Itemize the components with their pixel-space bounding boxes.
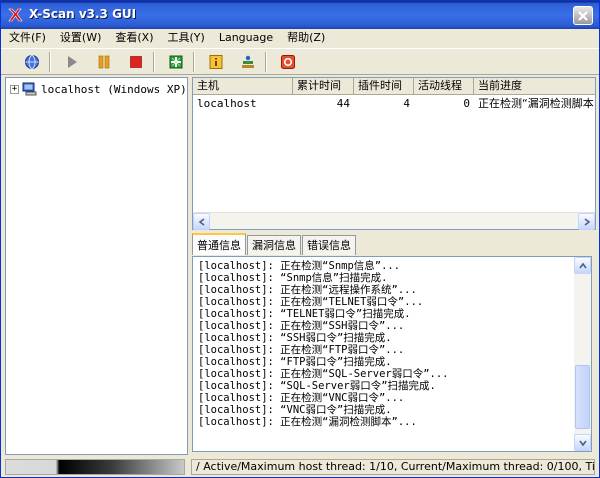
log-line: [localhost]: “TELNET弱口令”扫描完成.	[198, 308, 411, 320]
menu-language[interactable]: Language	[211, 29, 279, 47]
about-button[interactable]	[277, 52, 299, 72]
log-line: [localhost]: “SSH弱口令”扫描完成.	[198, 332, 392, 344]
app-logo-icon	[8, 8, 23, 22]
scroll-up-button[interactable]	[574, 257, 591, 274]
close-button[interactable]	[573, 6, 593, 25]
arrow-left-icon	[198, 217, 204, 226]
arrow-right-icon	[584, 217, 590, 226]
info-button[interactable]	[205, 52, 227, 72]
log-line: [localhost]: 正在检测“FTP弱口令”...	[198, 344, 405, 356]
play-icon	[68, 56, 77, 68]
plugin-button[interactable]	[165, 52, 187, 72]
cell-active-threads: 0	[463, 97, 470, 110]
menu-settings[interactable]: 设置(W)	[52, 29, 107, 47]
menu-bar: 文件(F) 设置(W) 查看(X) 工具(Y) Language 帮助(Z)	[1, 29, 599, 47]
scroll-left-button[interactable]	[193, 213, 210, 230]
horizontal-scrollbar[interactable]	[193, 212, 595, 230]
about-icon	[281, 55, 295, 69]
info-icon	[209, 55, 223, 69]
log-line: [localhost]: 正在检测“Snmp信息”...	[198, 260, 401, 272]
window-title: X-Scan v3.3 GUI	[29, 7, 137, 21]
connect-button[interactable]	[21, 52, 43, 72]
cell-progress: 正在检测“漏洞检测脚本	[478, 97, 594, 110]
tab-error-info[interactable]: 错误信息	[302, 235, 356, 255]
log-line: [localhost]: “SQL-Server弱口令”扫描完成.	[198, 380, 436, 392]
scrollbar-thumb[interactable]	[575, 365, 590, 429]
tools-icon	[242, 55, 254, 68]
scroll-down-button[interactable]	[574, 434, 591, 451]
column-header-plugin-time[interactable]: 插件时间	[354, 78, 414, 95]
status-bar: / Active/Maximum host thread: 1/10, Curr…	[1, 456, 599, 477]
log-line: [localhost]: 正在检测“VNC弱口令”...	[198, 392, 405, 404]
tree-node-label: localhost (Windows XP)	[41, 82, 187, 96]
host-tree[interactable]: + localhost (Windows XP)	[5, 77, 188, 455]
expand-toggle[interactable]: +	[10, 84, 19, 94]
stop-icon	[130, 56, 142, 68]
log-line: [localhost]: 正在检测“远程操作系统”...	[198, 284, 417, 296]
stop-button[interactable]	[125, 52, 147, 72]
column-header-active-threads[interactable]: 活动线程	[414, 78, 474, 95]
start-button[interactable]	[61, 52, 83, 72]
log-output[interactable]: [localhost]: 正在检测“Snmp信息”... [localhost]…	[192, 256, 592, 452]
app-window: X-Scan v3.3 GUI 文件(F) 设置(W) 查看(X) 工具(Y) …	[0, 0, 600, 478]
toolbar-separator	[193, 52, 195, 72]
vertical-scrollbar[interactable]	[574, 257, 591, 451]
toolbar-separator	[265, 52, 267, 72]
cell-total-time: 44	[336, 97, 350, 110]
log-line: [localhost]: 正在检测“TELNET弱口令”...	[198, 296, 424, 308]
cell-host: localhost	[197, 97, 257, 110]
column-header-host[interactable]: 主机	[193, 78, 293, 95]
cell-plugin-time: 4	[403, 97, 410, 110]
menu-file[interactable]: 文件(F)	[1, 29, 52, 47]
log-lines: [localhost]: 正在检测“Snmp信息”... [localhost]…	[198, 260, 573, 428]
log-line: [localhost]: 正在检测“SQL-Server弱口令”...	[198, 368, 449, 380]
computer-icon	[22, 82, 37, 96]
pause-button[interactable]	[93, 52, 115, 72]
arrow-up-icon	[578, 262, 587, 268]
scan-progress-bar	[5, 459, 185, 475]
tab-general-info[interactable]: 普通信息	[192, 233, 246, 255]
log-line: [localhost]: “VNC弱口令”扫描完成.	[198, 404, 392, 416]
title-bar[interactable]: X-Scan v3.3 GUI	[1, 1, 599, 29]
tools-button[interactable]	[237, 52, 259, 72]
table-header: 主机 累计时间 插件时间 活动线程 当前进度	[193, 78, 595, 95]
pause-icon	[98, 55, 110, 69]
menu-view[interactable]: 查看(X)	[107, 29, 159, 47]
tree-node-localhost[interactable]: + localhost (Windows XP)	[10, 82, 187, 96]
plugin-icon	[169, 55, 183, 69]
log-line: [localhost]: “Snmp信息”扫描完成.	[198, 272, 388, 284]
table-row[interactable]: localhost 44 4 0 正在检测“漏洞检测脚本	[193, 96, 595, 111]
log-line: [localhost]: 正在检测“SSH弱口令”...	[198, 320, 405, 332]
arrow-down-icon	[578, 440, 587, 446]
close-icon	[578, 10, 588, 21]
log-line: [localhost]: 正在检测“漏洞检测脚本”...	[198, 416, 417, 428]
column-header-progress[interactable]: 当前进度	[474, 78, 595, 95]
log-line: [localhost]: “FTP弱口令”扫描完成.	[198, 356, 392, 368]
tab-vulnerability-info[interactable]: 漏洞信息	[247, 235, 301, 255]
column-header-total-time[interactable]: 累计时间	[293, 78, 354, 95]
toolbar	[1, 48, 599, 75]
menu-tools[interactable]: 工具(Y)	[160, 29, 211, 47]
status-text: / Active/Maximum host thread: 1/10, Curr…	[191, 459, 595, 475]
info-tabs: 普通信息 漏洞信息 错误信息	[192, 233, 357, 255]
scroll-right-button[interactable]	[578, 213, 595, 230]
connect-icon	[25, 55, 39, 69]
host-table: 主机 累计时间 插件时间 活动线程 当前进度 localhost 44 4 0 …	[192, 77, 596, 230]
toolbar-separator	[49, 52, 51, 72]
menu-help[interactable]: 帮助(Z)	[279, 29, 331, 47]
toolbar-separator	[153, 52, 155, 72]
